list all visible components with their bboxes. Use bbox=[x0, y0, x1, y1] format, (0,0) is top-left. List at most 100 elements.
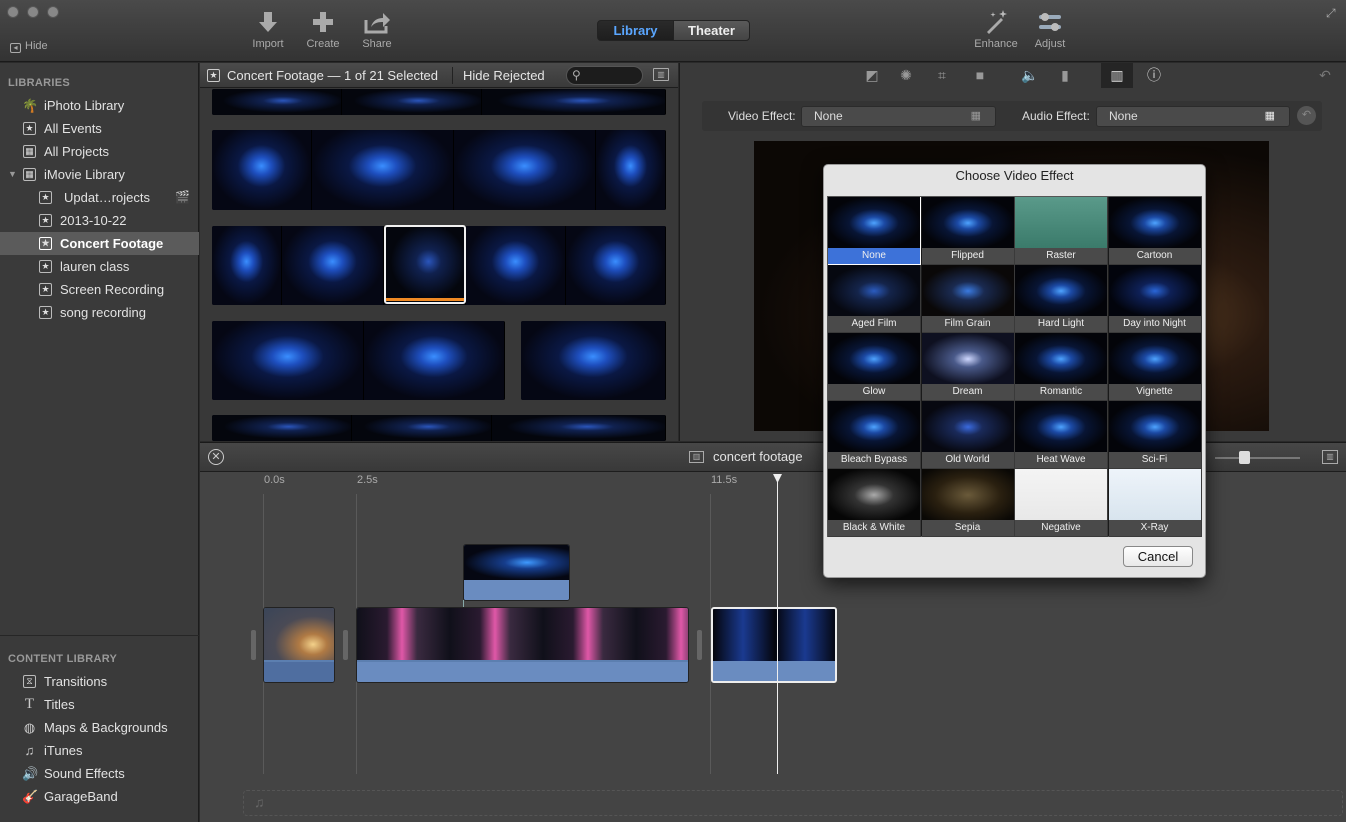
sidebar-item-label: Screen Recording bbox=[60, 282, 165, 297]
create-button[interactable]: Create bbox=[293, 10, 353, 50]
sidebar-item-all-projects[interactable]: ▦ All Projects bbox=[0, 140, 199, 163]
info-icon[interactable]: ⓘ bbox=[1146, 67, 1162, 83]
filmstrip-settings-icon[interactable]: ▥ bbox=[653, 68, 669, 81]
close-project-icon[interactable]: ✕ bbox=[208, 449, 224, 465]
effect-cell-aged-film[interactable]: Aged Film bbox=[828, 265, 921, 333]
color-correction-icon[interactable]: ✺ bbox=[898, 67, 914, 83]
adjust-button[interactable]: Adjust bbox=[1020, 10, 1080, 50]
effect-cell-day-into-night[interactable]: Day into Night bbox=[1108, 265, 1202, 333]
sidebar-item-screen-recording[interactable]: ★ Screen Recording bbox=[0, 278, 199, 301]
effect-cell-heat-wave[interactable]: Heat Wave bbox=[1015, 401, 1108, 469]
effect-cell-sepia[interactable]: Sepia bbox=[921, 469, 1015, 537]
library-tab[interactable]: Library bbox=[597, 20, 674, 41]
sidebar-item-maps-backgrounds[interactable]: ◍ Maps & Backgrounds bbox=[0, 716, 199, 739]
grid-icon: ▦ bbox=[970, 110, 981, 122]
sidebar-item-song-recording[interactable]: ★ song recording bbox=[0, 301, 199, 324]
grid-icon: ▦ bbox=[1264, 110, 1275, 122]
timeline-settings-icon[interactable]: ▥ bbox=[1322, 450, 1338, 464]
minimize-window-button[interactable] bbox=[27, 6, 39, 18]
filmstrip-clip[interactable] bbox=[212, 89, 666, 115]
grid-icon: ▦ bbox=[23, 145, 36, 158]
effect-thumbnail bbox=[828, 265, 920, 317]
enhance-button[interactable]: Enhance bbox=[966, 10, 1026, 50]
effect-cell-x-ray[interactable]: X-Ray bbox=[1108, 469, 1202, 537]
time-tick: 11.5s bbox=[711, 474, 738, 486]
effect-cell-hard-light[interactable]: Hard Light bbox=[1015, 265, 1108, 333]
speaker-icon: 🔊 bbox=[22, 766, 39, 781]
enhance-label: Enhance bbox=[974, 38, 1018, 50]
sidebar-item-2013-10-22[interactable]: ★ 2013-10-22 bbox=[0, 209, 199, 232]
create-label: Create bbox=[306, 38, 340, 50]
noise-reduction-icon[interactable]: ▮ bbox=[1057, 67, 1073, 83]
reset-icon[interactable]: ↶ bbox=[1317, 67, 1333, 83]
clip-handle[interactable] bbox=[251, 630, 256, 660]
effect-cell-bleach-bypass[interactable]: Bleach Bypass bbox=[828, 401, 921, 469]
effect-cell-negative[interactable]: Negative bbox=[1015, 469, 1108, 537]
stabilization-icon[interactable]: ■ bbox=[972, 67, 988, 83]
close-window-button[interactable] bbox=[7, 6, 19, 18]
effect-cell-black-white[interactable]: Black & White bbox=[828, 469, 921, 537]
clip-handle[interactable] bbox=[343, 630, 348, 660]
effect-cell-dream[interactable]: Dream bbox=[921, 333, 1015, 401]
effect-cell-flipped[interactable]: Flipped bbox=[921, 197, 1015, 265]
share-icon bbox=[364, 13, 390, 34]
color-balance-icon[interactable]: ◩ bbox=[864, 67, 880, 83]
reset-effects-icon[interactable]: ↶ bbox=[1297, 106, 1316, 125]
timeline-clip[interactable] bbox=[463, 544, 570, 601]
sidebar-item-label: Sound Effects bbox=[44, 766, 125, 781]
clip-handle[interactable] bbox=[697, 630, 702, 660]
video-effect-select[interactable]: None ▦ bbox=[801, 106, 996, 127]
background-music-well[interactable]: ♫ bbox=[243, 790, 1343, 816]
import-button[interactable]: Import bbox=[238, 10, 298, 50]
sidebar-item-itunes[interactable]: ♫ iTunes bbox=[0, 739, 199, 762]
theater-tab[interactable]: Theater bbox=[673, 20, 750, 41]
audio-effect-select[interactable]: None ▦ bbox=[1096, 106, 1290, 127]
timeline-clip[interactable] bbox=[263, 607, 335, 683]
filmstrip-clip[interactable] bbox=[212, 415, 666, 441]
zoom-slider[interactable] bbox=[1215, 457, 1300, 459]
filmstrip-icon: ▥ bbox=[1110, 67, 1124, 83]
sidebar-item-iphoto-library[interactable]: 🌴 iPhoto Library bbox=[0, 94, 199, 117]
sidebar-item-titles[interactable]: T Titles bbox=[0, 693, 199, 716]
sidebar-item-all-events[interactable]: ★ All Events bbox=[0, 117, 199, 140]
search-field[interactable]: ⚲ bbox=[566, 66, 643, 85]
effect-cell-romantic[interactable]: Romantic bbox=[1015, 333, 1108, 401]
zoom-window-button[interactable] bbox=[47, 6, 59, 18]
share-button[interactable]: Share bbox=[347, 10, 407, 50]
effect-cell-sci-fi[interactable]: Sci-Fi bbox=[1108, 401, 1202, 469]
effect-cell-none[interactable]: None bbox=[828, 197, 921, 265]
share-label: Share bbox=[362, 38, 392, 50]
sidebar-item-concert-footage[interactable]: ★ Concert Footage bbox=[0, 232, 199, 255]
sidebar-item-garageband[interactable]: 🎸 GarageBand bbox=[0, 785, 199, 808]
sidebar-item-lauren-class[interactable]: ★ lauren class bbox=[0, 255, 199, 278]
sidebar-item-imovie-library[interactable]: ▼ ▦ iMovie Library bbox=[0, 163, 199, 186]
filmstrip-clip[interactable] bbox=[212, 321, 505, 400]
effect-cell-raster[interactable]: Raster bbox=[1015, 197, 1108, 265]
effect-cell-film-grain[interactable]: Film Grain bbox=[921, 265, 1015, 333]
disclosure-triangle-icon[interactable]: ▼ bbox=[8, 163, 17, 186]
selection-range[interactable] bbox=[384, 225, 466, 304]
effect-cell-vignette[interactable]: Vignette bbox=[1108, 333, 1202, 401]
effect-cell-glow[interactable]: Glow bbox=[828, 333, 921, 401]
music-note-icon: ♫ bbox=[254, 794, 265, 810]
filmstrip-clip[interactable] bbox=[521, 321, 666, 400]
hide-libraries-button[interactable]: ◂ Hide bbox=[10, 40, 48, 53]
effect-cell-old-world[interactable]: Old World bbox=[921, 401, 1015, 469]
filter-popup[interactable]: Hide Rejected bbox=[463, 63, 545, 88]
effect-cell-cartoon[interactable]: Cartoon bbox=[1108, 197, 1202, 265]
video-effect-label: Video Effect: bbox=[728, 109, 796, 123]
sidebar-item-sound-effects[interactable]: 🔊 Sound Effects bbox=[0, 762, 199, 785]
volume-icon[interactable]: 🔈 bbox=[1021, 67, 1038, 83]
fullscreen-icon[interactable]: ⤢ bbox=[1326, 6, 1340, 20]
sidebar-item-updated-projects[interactable]: ★ Updat…rojects 🎬 bbox=[0, 186, 199, 209]
audio-effect-value: None bbox=[1109, 109, 1138, 123]
zoom-slider-knob[interactable] bbox=[1239, 451, 1250, 464]
clip-filter-tab[interactable]: ▥ bbox=[1101, 63, 1133, 88]
timeline-clip-selected[interactable] bbox=[711, 607, 837, 683]
sidebar-item-transitions[interactable]: ⧖ Transitions bbox=[0, 670, 199, 693]
playhead[interactable] bbox=[777, 476, 778, 774]
filmstrip-clip[interactable] bbox=[212, 130, 666, 210]
timeline-clip[interactable] bbox=[356, 607, 689, 683]
crop-icon[interactable]: ⌗ bbox=[934, 67, 950, 83]
cancel-button[interactable]: Cancel bbox=[1123, 546, 1193, 567]
